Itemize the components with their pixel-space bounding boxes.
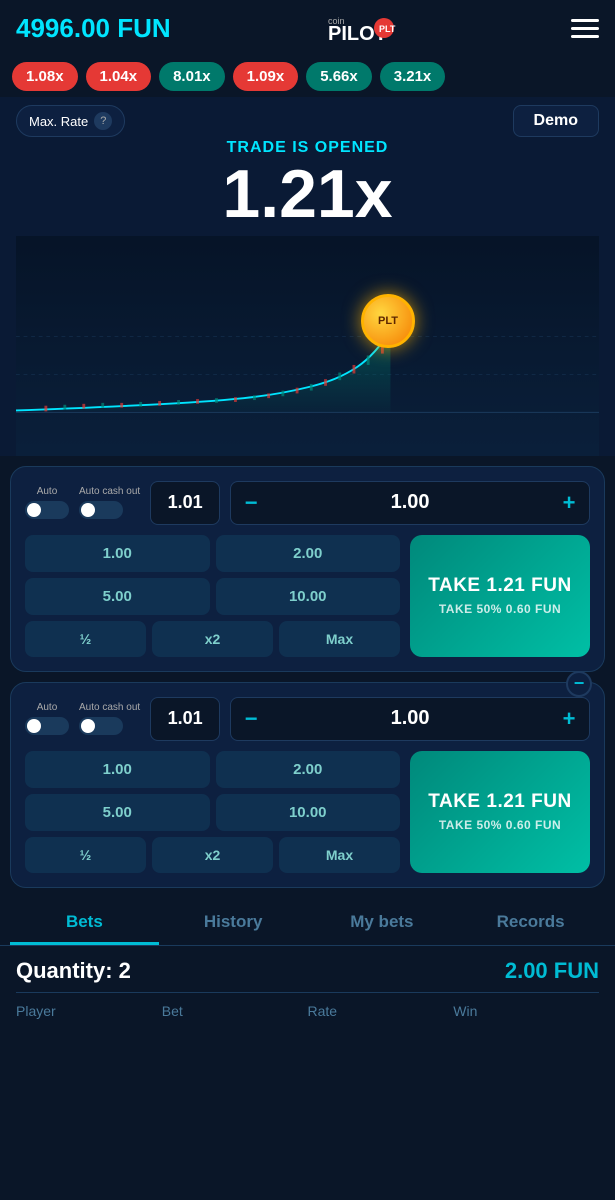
quantity-label: Quantity: 2 bbox=[16, 958, 131, 984]
autocashout-label: Auto cash out bbox=[79, 486, 140, 497]
take-sub-1: TAKE 50% 0.60 FUN bbox=[439, 602, 561, 618]
amount-plus-1[interactable]: + bbox=[549, 482, 589, 524]
question-icon: ? bbox=[94, 112, 112, 130]
table-header: Player Bet Rate Win bbox=[16, 993, 599, 1023]
modifier-max-2[interactable]: Max bbox=[279, 837, 400, 873]
autocashout-toggle-group-2: Auto cash out bbox=[79, 702, 140, 735]
pills-row: 1.08x 1.04x 8.01x 1.09x 5.66x 3.21x bbox=[0, 56, 615, 97]
autocashout-toggle[interactable] bbox=[79, 501, 123, 519]
pill-3[interactable]: 1.09x bbox=[233, 62, 299, 91]
amount-control-2: − 1.00 + bbox=[230, 697, 590, 741]
modifier-row-1: ½ x2 Max bbox=[25, 621, 400, 657]
trade-header: Max. Rate ? Demo bbox=[16, 105, 599, 137]
tab-bets[interactable]: Bets bbox=[10, 898, 159, 945]
tab-my-bets[interactable]: My bets bbox=[308, 898, 457, 945]
bet-panel-2: − Auto Auto cash out − 1.00 + 1.00 2.00 bbox=[10, 682, 605, 888]
amount-value-2: 1.00 bbox=[271, 707, 549, 730]
tabs-row: Bets History My bets Records bbox=[0, 898, 615, 946]
col-bet: Bet bbox=[162, 1003, 308, 1019]
cashout-input-2[interactable] bbox=[150, 697, 220, 741]
auto-toggle-2[interactable] bbox=[25, 717, 69, 735]
quick-bets-1: 1.00 2.00 5.00 10.00 bbox=[25, 535, 400, 615]
multiplier-display: 1.21x bbox=[16, 157, 599, 232]
balance-display: 4996.00 FUN bbox=[16, 13, 171, 44]
tab-records[interactable]: Records bbox=[456, 898, 605, 945]
pill-0[interactable]: 1.08x bbox=[12, 62, 78, 91]
panel1-top-row: Auto Auto cash out − 1.00 + bbox=[25, 481, 590, 525]
trade-area: Max. Rate ? Demo TRADE IS OPENED 1.21x bbox=[0, 97, 615, 456]
auto-label: Auto bbox=[25, 486, 69, 497]
demo-button[interactable]: Demo bbox=[513, 105, 599, 137]
svg-text:PLT: PLT bbox=[379, 24, 396, 34]
take-button-2[interactable]: TAKE 1.21 FUN TAKE 50% 0.60 FUN bbox=[410, 751, 590, 873]
amount-minus-2[interactable]: − bbox=[231, 698, 271, 740]
amount-minus-1[interactable]: − bbox=[231, 482, 271, 524]
quick-bet-2-3[interactable]: 10.00 bbox=[216, 794, 401, 831]
take-main-2: TAKE 1.21 FUN bbox=[428, 790, 571, 815]
quick-bet-2-0[interactable]: 1.00 bbox=[25, 751, 210, 788]
plt-coin: PLT bbox=[361, 294, 415, 348]
panel2-top-row: Auto Auto cash out − 1.00 + bbox=[25, 697, 590, 741]
bets-footer: Quantity: 2 2.00 FUN Player Bet Rate Win bbox=[0, 946, 615, 1023]
bet-panels: Auto Auto cash out − 1.00 + 1.00 2.00 5.… bbox=[0, 456, 615, 888]
quick-bet-2-2[interactable]: 5.00 bbox=[25, 794, 210, 831]
modifier-max-1[interactable]: Max bbox=[279, 621, 400, 657]
take-main-1: TAKE 1.21 FUN bbox=[428, 574, 571, 599]
quick-bet-1-3[interactable]: 10.00 bbox=[216, 578, 401, 615]
col-player: Player bbox=[16, 1003, 162, 1019]
bets-summary: Quantity: 2 2.00 FUN bbox=[16, 958, 599, 993]
quick-bet-1-1[interactable]: 2.00 bbox=[216, 535, 401, 572]
col-win: Win bbox=[453, 1003, 599, 1019]
amount-value-1: 1.00 bbox=[271, 491, 549, 514]
bet-panel-1: Auto Auto cash out − 1.00 + 1.00 2.00 5.… bbox=[10, 466, 605, 672]
app-header: 4996.00 FUN coin PILOT PLT bbox=[0, 0, 615, 56]
menu-button[interactable] bbox=[571, 19, 599, 38]
auto-toggle-group: Auto bbox=[25, 486, 69, 519]
quick-bet-2-1[interactable]: 2.00 bbox=[216, 751, 401, 788]
autocashout-toggle-2[interactable] bbox=[79, 717, 123, 735]
take-btn-area-1: TAKE 1.21 FUN TAKE 50% 0.60 FUN bbox=[410, 535, 590, 657]
chart-svg bbox=[16, 236, 599, 456]
modifier-x2-2[interactable]: x2 bbox=[152, 837, 273, 873]
logo-svg: coin PILOT PLT bbox=[326, 10, 416, 46]
modifier-half-2[interactable]: ½ bbox=[25, 837, 146, 873]
autocashout-toggle-group: Auto cash out bbox=[79, 486, 140, 519]
modifier-x2-1[interactable]: x2 bbox=[152, 621, 273, 657]
auto-toggle-group-2: Auto bbox=[25, 702, 69, 735]
panel2-left: 1.00 2.00 5.00 10.00 ½ x2 Max bbox=[25, 751, 400, 873]
autocashout-label-2: Auto cash out bbox=[79, 702, 140, 713]
tab-history[interactable]: History bbox=[159, 898, 308, 945]
max-rate-button[interactable]: Max. Rate ? bbox=[16, 105, 125, 137]
take-btn-area-2: TAKE 1.21 FUN TAKE 50% 0.60 FUN bbox=[410, 751, 590, 873]
take-button-1[interactable]: TAKE 1.21 FUN TAKE 50% 0.60 FUN bbox=[410, 535, 590, 657]
col-rate: Rate bbox=[308, 1003, 454, 1019]
quick-bet-1-0[interactable]: 1.00 bbox=[25, 535, 210, 572]
remove-panel-button[interactable]: − bbox=[566, 671, 592, 697]
take-sub-2: TAKE 50% 0.60 FUN bbox=[439, 818, 561, 834]
trade-status: TRADE IS OPENED bbox=[16, 139, 599, 157]
auto-label-2: Auto bbox=[25, 702, 69, 713]
amount-control-1: − 1.00 + bbox=[230, 481, 590, 525]
max-rate-label: Max. Rate bbox=[29, 114, 88, 129]
pill-2[interactable]: 8.01x bbox=[159, 62, 225, 91]
panel2-body: 1.00 2.00 5.00 10.00 ½ x2 Max TAKE 1.21 … bbox=[25, 751, 590, 873]
panel1-left: 1.00 2.00 5.00 10.00 ½ x2 Max bbox=[25, 535, 400, 657]
cashout-input-1[interactable] bbox=[150, 481, 220, 525]
quick-bets-2: 1.00 2.00 5.00 10.00 bbox=[25, 751, 400, 831]
chart-container: PLT bbox=[16, 236, 599, 456]
pill-4[interactable]: 5.66x bbox=[306, 62, 372, 91]
pill-1[interactable]: 1.04x bbox=[86, 62, 152, 91]
pill-5[interactable]: 3.21x bbox=[380, 62, 446, 91]
quick-bet-1-2[interactable]: 5.00 bbox=[25, 578, 210, 615]
total-value: 2.00 FUN bbox=[505, 958, 599, 984]
modifier-half-1[interactable]: ½ bbox=[25, 621, 146, 657]
amount-plus-2[interactable]: + bbox=[549, 698, 589, 740]
auto-toggle[interactable] bbox=[25, 501, 69, 519]
panel1-body: 1.00 2.00 5.00 10.00 ½ x2 Max TAKE 1.21 … bbox=[25, 535, 590, 657]
modifier-row-2: ½ x2 Max bbox=[25, 837, 400, 873]
logo: coin PILOT PLT bbox=[326, 10, 416, 46]
